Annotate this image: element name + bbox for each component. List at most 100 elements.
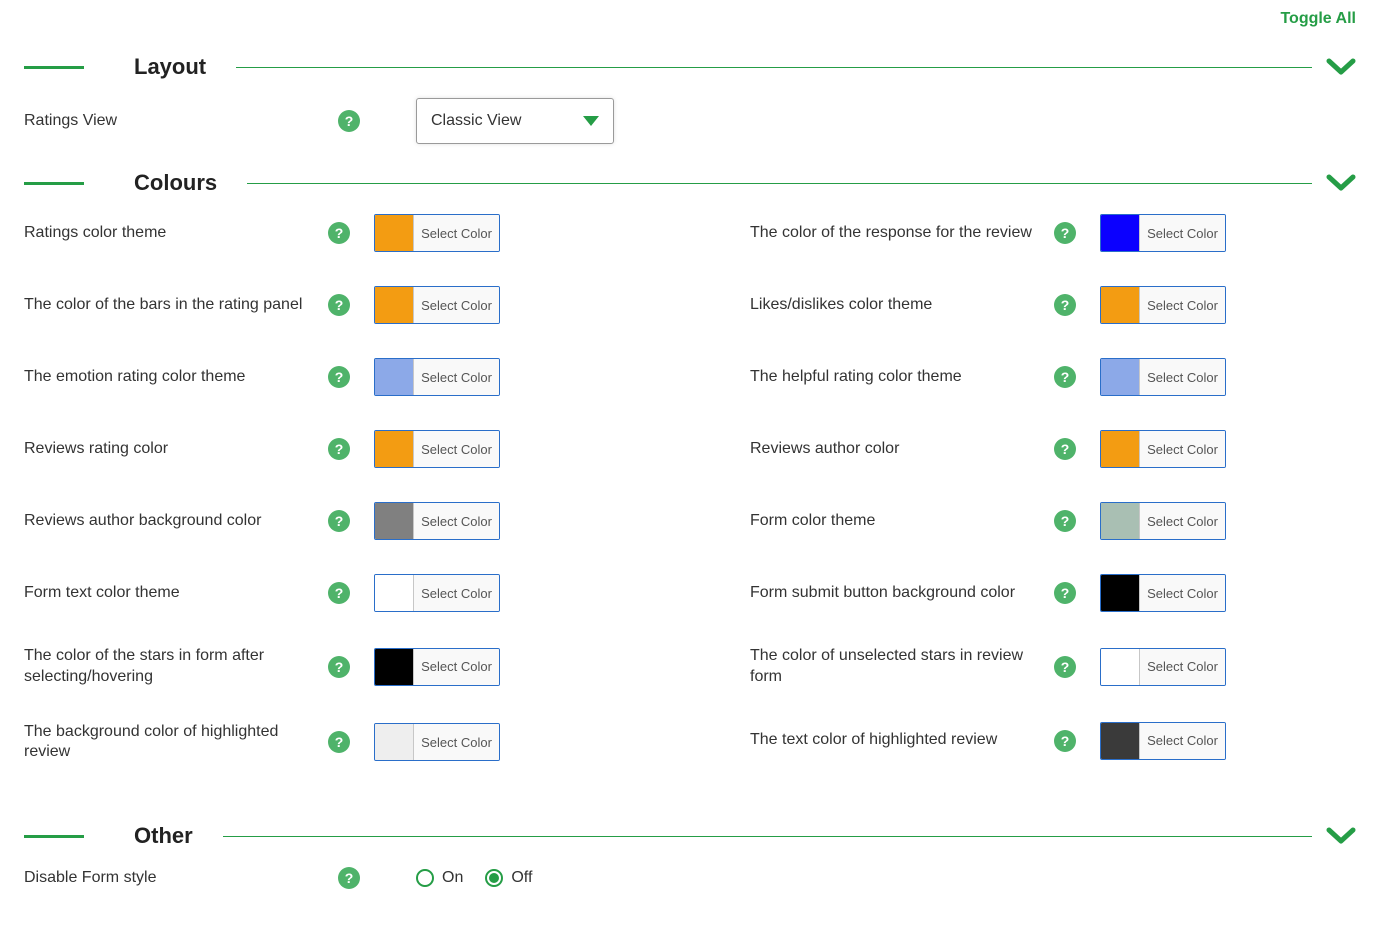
select-color-label: Select Color <box>413 215 499 251</box>
field-label: The color of unselected stars in review … <box>750 646 1054 688</box>
help-icon[interactable]: ? <box>328 656 350 678</box>
field-label: The emotion rating color theme <box>24 367 328 388</box>
field-label: Reviews rating color <box>24 439 328 460</box>
color-swatch <box>1101 503 1139 539</box>
color-picker-button[interactable]: Select Color <box>374 358 500 396</box>
help-icon[interactable]: ? <box>1054 582 1076 604</box>
color-picker-button[interactable]: Select Color <box>374 214 500 252</box>
select-color-label: Select Color <box>1139 359 1225 395</box>
color-swatch <box>375 287 413 323</box>
color-swatch <box>375 359 413 395</box>
select-color-label: Select Color <box>413 359 499 395</box>
color-picker-button[interactable]: Select Color <box>1100 358 1226 396</box>
section-accent <box>24 182 84 185</box>
help-icon[interactable]: ? <box>338 867 360 889</box>
radio-label: On <box>442 869 463 887</box>
select-color-label: Select Color <box>1139 215 1225 251</box>
radio-icon <box>416 869 434 887</box>
color-picker-button[interactable]: Select Color <box>374 723 500 761</box>
section-toggle-chevron-icon[interactable] <box>1326 57 1356 77</box>
select-color-label: Select Color <box>413 503 499 539</box>
section-toggle-chevron-icon[interactable] <box>1326 826 1356 846</box>
help-icon[interactable]: ? <box>1054 366 1076 388</box>
field-label: Reviews author background color <box>24 511 328 532</box>
section-toggle-chevron-icon[interactable] <box>1326 173 1356 193</box>
select-color-label: Select Color <box>1139 723 1225 759</box>
select-color-label: Select Color <box>413 287 499 323</box>
field-label: Ratings View <box>24 111 338 132</box>
section-head-colours: Colours <box>24 170 1356 196</box>
colour-row: The color of the stars in form after sel… <box>24 646 630 688</box>
help-icon[interactable]: ? <box>328 294 350 316</box>
help-icon[interactable]: ? <box>1054 294 1076 316</box>
colour-row: The background color of highlighted revi… <box>24 722 630 764</box>
field-label: The helpful rating color theme <box>750 367 1054 388</box>
radio-on[interactable]: On <box>416 869 463 887</box>
help-icon[interactable]: ? <box>328 731 350 753</box>
colour-row: Ratings color theme? Select Color <box>24 214 630 252</box>
section-accent <box>24 66 84 69</box>
section-title: Other <box>134 823 193 849</box>
toggle-all-link[interactable]: Toggle All <box>24 10 1356 28</box>
color-picker-button[interactable]: Select Color <box>374 430 500 468</box>
color-swatch <box>1101 575 1139 611</box>
colour-row: The color of the bars in the rating pane… <box>24 286 630 324</box>
color-picker-button[interactable]: Select Color <box>1100 722 1226 760</box>
field-label: Disable Form style <box>24 868 338 889</box>
help-icon[interactable]: ? <box>338 110 360 132</box>
color-picker-button[interactable]: Select Color <box>1100 648 1226 686</box>
disable-form-radio-group: On Off <box>416 869 656 887</box>
help-icon[interactable]: ? <box>1054 222 1076 244</box>
color-picker-button[interactable]: Select Color <box>374 648 500 686</box>
section-accent <box>24 835 84 838</box>
color-picker-button[interactable]: Select Color <box>374 574 500 612</box>
colour-row: The color of unselected stars in review … <box>750 646 1356 688</box>
color-swatch <box>1101 649 1139 685</box>
color-swatch <box>375 575 413 611</box>
help-icon[interactable]: ? <box>328 222 350 244</box>
help-icon[interactable]: ? <box>1054 730 1076 752</box>
section-head-layout: Layout <box>24 54 1356 80</box>
field-label: The color of the bars in the rating pane… <box>24 295 328 316</box>
colour-row: Reviews author color? Select Color <box>750 430 1356 468</box>
color-picker-button[interactable]: Select Color <box>1100 286 1226 324</box>
colour-row: Reviews rating color? Select Color <box>24 430 630 468</box>
field-label: Likes/dislikes color theme <box>750 295 1054 316</box>
help-icon[interactable]: ? <box>328 366 350 388</box>
field-label: Ratings color theme <box>24 223 328 244</box>
color-picker-button[interactable]: Select Color <box>1100 574 1226 612</box>
color-picker-button[interactable]: Select Color <box>374 502 500 540</box>
field-label: Form submit button background color <box>750 583 1054 604</box>
radio-label: Off <box>511 869 532 887</box>
radio-icon <box>485 869 503 887</box>
color-picker-button[interactable]: Select Color <box>374 286 500 324</box>
radio-off[interactable]: Off <box>485 869 532 887</box>
help-icon[interactable]: ? <box>1054 510 1076 532</box>
ratings-view-select[interactable]: Classic View <box>416 98 614 144</box>
color-swatch <box>375 431 413 467</box>
help-icon[interactable]: ? <box>1054 438 1076 460</box>
color-swatch <box>1101 287 1139 323</box>
color-picker-button[interactable]: Select Color <box>1100 430 1226 468</box>
select-color-label: Select Color <box>413 431 499 467</box>
colour-row: Reviews author background color? Select C… <box>24 502 630 540</box>
color-picker-button[interactable]: Select Color <box>1100 502 1226 540</box>
select-color-label: Select Color <box>413 649 499 685</box>
colour-row: The emotion rating color theme? Select Co… <box>24 358 630 396</box>
help-icon[interactable]: ? <box>1054 656 1076 678</box>
color-swatch <box>1101 215 1139 251</box>
field-label: The text color of highlighted review <box>750 730 1054 751</box>
help-icon[interactable]: ? <box>328 582 350 604</box>
color-swatch <box>375 649 413 685</box>
field-label: The background color of highlighted revi… <box>24 722 328 764</box>
section-head-other: Other <box>24 823 1356 849</box>
field-label: Reviews author color <box>750 439 1054 460</box>
colour-row: Likes/dislikes color theme? Select Color <box>750 286 1356 324</box>
select-color-label: Select Color <box>1139 575 1225 611</box>
field-label: Form color theme <box>750 511 1054 532</box>
chevron-down-icon <box>583 116 599 126</box>
color-swatch <box>375 215 413 251</box>
color-picker-button[interactable]: Select Color <box>1100 214 1226 252</box>
help-icon[interactable]: ? <box>328 510 350 532</box>
help-icon[interactable]: ? <box>328 438 350 460</box>
